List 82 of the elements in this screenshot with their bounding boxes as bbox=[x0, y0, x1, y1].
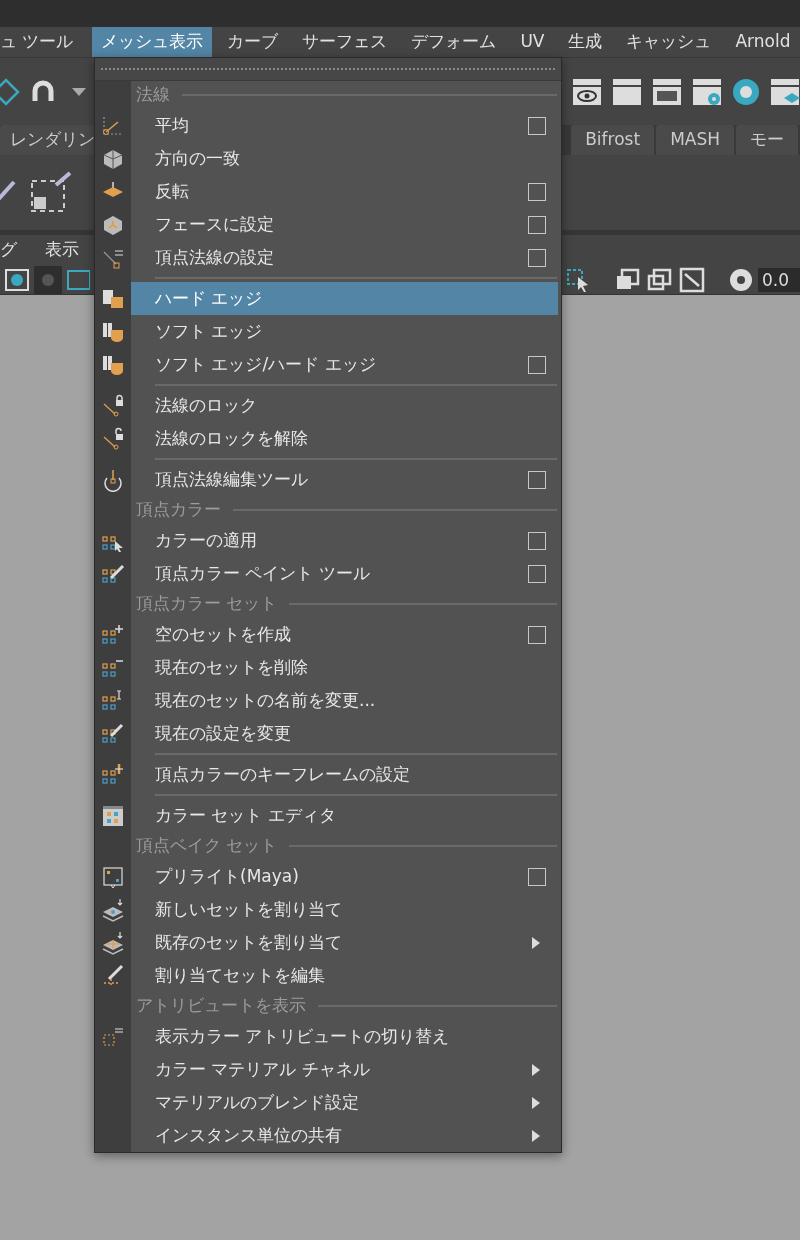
tear-off-handle[interactable] bbox=[95, 58, 561, 81]
menu-item[interactable]: カラーの適用 bbox=[131, 524, 558, 557]
menu-item[interactable]: 頂点法線の設定 bbox=[131, 241, 558, 274]
clapper-eye-icon[interactable] bbox=[572, 77, 602, 106]
prelight-frame-icon bbox=[101, 864, 125, 889]
menu-item[interactable]: 法線のロック bbox=[131, 389, 558, 422]
menu-item[interactable]: 空のセットを作成 bbox=[131, 618, 558, 651]
clapper-layers-icon[interactable] bbox=[770, 77, 800, 106]
lock-icon bbox=[101, 393, 125, 418]
menu-item[interactable]: プリライト(Maya) bbox=[131, 860, 558, 893]
menu-item[interactable]: ハード エッジ bbox=[131, 282, 558, 315]
vertex-plus-icon bbox=[101, 622, 125, 647]
menu-item[interactable]: 割り当てセットを編集 bbox=[131, 959, 558, 992]
menu-item[interactable]: インスタンス単位の共有 bbox=[131, 1119, 558, 1152]
menu-item[interactable]: 頂点カラーのキーフレームの設定 bbox=[131, 758, 558, 791]
menu-bar-item[interactable]: Arnold bbox=[726, 27, 800, 57]
menu-item[interactable]: ソフト エッジ bbox=[131, 315, 558, 348]
menu-bar-item[interactable]: サーフェス bbox=[293, 27, 397, 57]
clapper-icon[interactable] bbox=[612, 77, 642, 106]
option-box[interactable] bbox=[528, 470, 546, 489]
section-heading: 頂点ベイク セット bbox=[136, 834, 278, 858]
section-heading: 頂点カラー bbox=[136, 498, 221, 522]
menu-bar-item[interactable]: カーブ bbox=[218, 27, 288, 57]
layer-stack-icon bbox=[101, 930, 125, 955]
menu-item[interactable]: ソフト エッジ/ハード エッジ bbox=[131, 348, 558, 381]
option-box[interactable] bbox=[528, 116, 546, 135]
option-box[interactable] bbox=[528, 625, 546, 644]
menu-item[interactable]: 既存のセットを割り当て bbox=[131, 926, 558, 959]
section-heading: 法線 bbox=[136, 83, 170, 107]
option-box[interactable] bbox=[528, 215, 546, 234]
menu-item[interactable]: 表示カラー アトリビュートの切り替え bbox=[131, 1020, 558, 1053]
ring-icon[interactable] bbox=[732, 77, 760, 106]
vertex-pencil-icon bbox=[101, 721, 125, 746]
dashed-link-icon[interactable] bbox=[30, 170, 74, 215]
shelf-tab[interactable]: Bifrost bbox=[571, 124, 655, 155]
caret-icon[interactable] bbox=[72, 87, 86, 96]
editor-window-icon bbox=[101, 803, 125, 828]
menu-item[interactable]: 方向の一致 bbox=[131, 142, 558, 175]
rotate-arrow-icon bbox=[101, 467, 125, 492]
menu-bar-item[interactable]: メッシュ表示 bbox=[92, 27, 213, 57]
option-box[interactable] bbox=[528, 182, 546, 201]
diamond-grid-icon[interactable] bbox=[0, 77, 20, 106]
option-box[interactable] bbox=[528, 531, 546, 550]
panel-menu-item[interactable]: グ bbox=[0, 237, 17, 263]
menu-item[interactable]: カラー マテリアル チャネル bbox=[131, 1053, 558, 1086]
vertex-key-icon bbox=[101, 762, 125, 787]
menu-bar-item[interactable]: ュ ツール bbox=[0, 27, 83, 57]
panel-menu-item[interactable]: 表示 bbox=[45, 237, 79, 263]
menu-item[interactable]: 頂点法線編集ツール bbox=[131, 463, 558, 496]
image-icon[interactable] bbox=[678, 266, 706, 293]
menu-bar-item[interactable]: デフォーム bbox=[402, 27, 506, 57]
menu-bar-item[interactable]: 生成 bbox=[559, 27, 612, 57]
menu-item[interactable]: 平均 bbox=[131, 109, 558, 142]
menu-item[interactable]: 現在のセットを削除 bbox=[131, 651, 558, 684]
dot-square-icon[interactable] bbox=[4, 266, 30, 293]
section-heading: アトリビュートを表示 bbox=[136, 994, 306, 1018]
clapper-gear-icon[interactable] bbox=[692, 77, 722, 106]
aperture-icon[interactable] bbox=[728, 266, 754, 293]
option-box[interactable] bbox=[528, 564, 546, 583]
menu-item[interactable]: マテリアルのブレンド設定 bbox=[131, 1086, 558, 1119]
option-box[interactable] bbox=[528, 355, 546, 374]
menu-item[interactable]: カラー セット エディタ bbox=[131, 799, 558, 832]
menu-item[interactable]: 新しいセットを割り当て bbox=[131, 893, 558, 926]
menu-bar-item[interactable]: キャッシュ bbox=[617, 27, 721, 57]
menu-item[interactable]: フェースに設定 bbox=[131, 208, 558, 241]
menu-item[interactable]: 反転 bbox=[131, 175, 558, 208]
unlock-icon bbox=[101, 426, 125, 451]
clapper-ipr-icon[interactable] bbox=[652, 77, 682, 106]
menu-item[interactable]: 現在のセットの名前を変更... bbox=[131, 684, 558, 717]
pencil-dots-icon bbox=[101, 963, 125, 988]
menu-item[interactable]: 法線のロックを解除 bbox=[131, 422, 558, 455]
section-heading: 頂点カラー セット bbox=[136, 592, 278, 616]
menu-bar-item[interactable]: UV bbox=[511, 27, 554, 57]
shelf-tab[interactable]: モー bbox=[736, 124, 798, 155]
number-field[interactable]: 0.0 bbox=[758, 267, 800, 292]
menu-item[interactable]: 頂点カラー ペイント ツール bbox=[131, 557, 558, 590]
option-box[interactable] bbox=[528, 248, 546, 267]
layer-stack-icon bbox=[101, 897, 125, 922]
overlap-icon[interactable] bbox=[646, 266, 674, 293]
shelf-tab[interactable]: MASH bbox=[656, 124, 734, 155]
option-box[interactable] bbox=[528, 867, 546, 886]
menu-item[interactable]: 現在の設定を変更 bbox=[131, 717, 558, 750]
